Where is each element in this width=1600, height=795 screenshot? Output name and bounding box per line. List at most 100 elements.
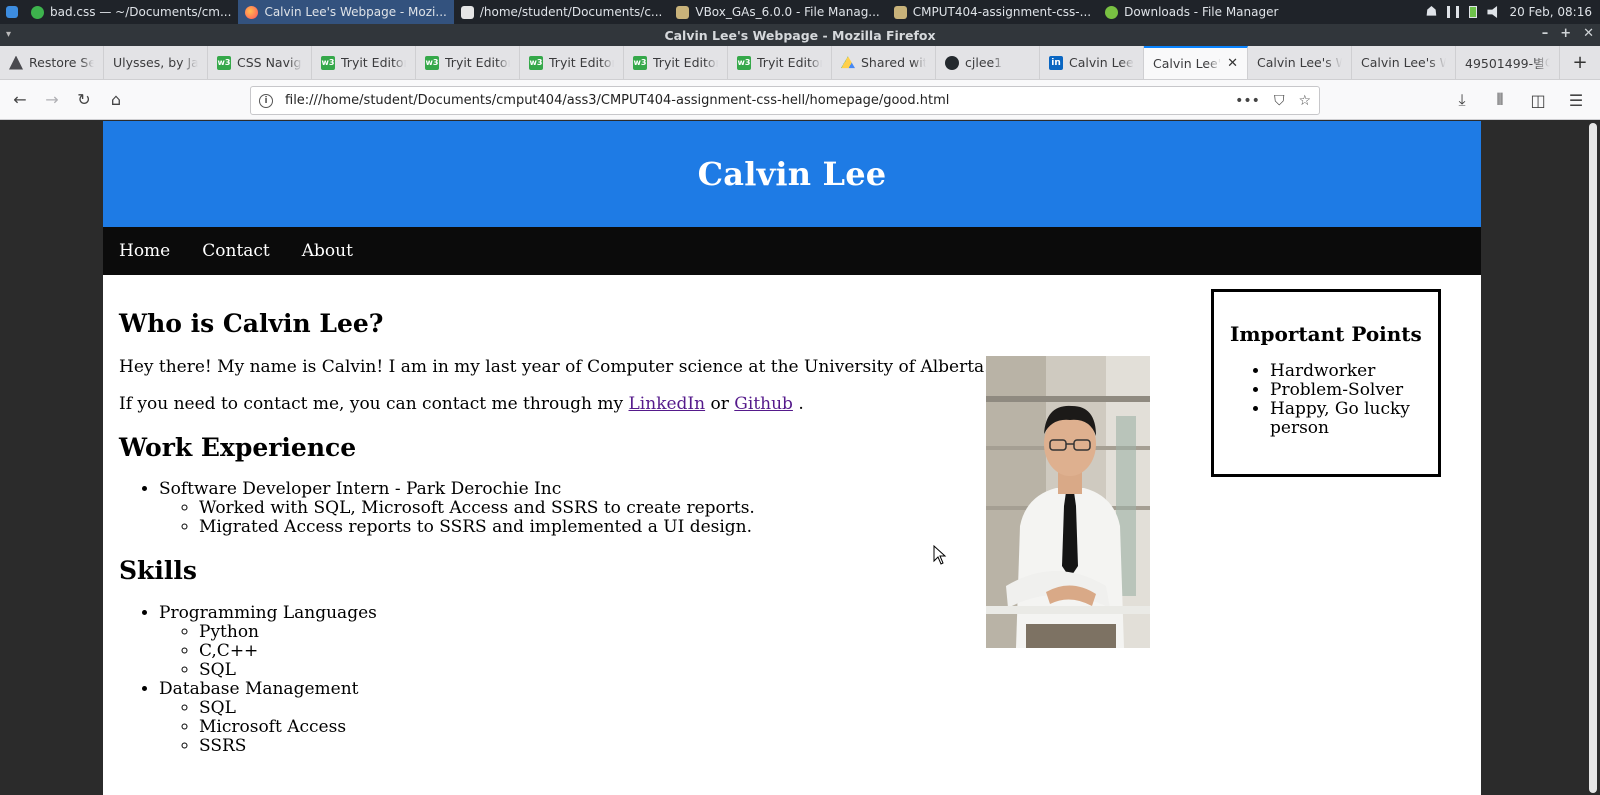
w3schools-icon: w3 (217, 55, 231, 70)
github-link[interactable]: Github (734, 394, 793, 414)
nav-link-about[interactable]: About (302, 241, 353, 261)
nav-link-home[interactable]: Home (119, 241, 170, 261)
taskbar-task-label: bad.css — ~/Documents/cm... (50, 5, 232, 19)
library-button[interactable]: ⫴ (1484, 84, 1516, 116)
scrollbar-thumb[interactable] (1589, 123, 1597, 793)
notification-bell-icon[interactable] (1426, 6, 1437, 16)
linkedin-link[interactable]: LinkedIn (629, 394, 706, 414)
close-window-icon[interactable]: ✕ (1583, 26, 1594, 41)
profile-photo (986, 356, 1150, 648)
window-menu-icon[interactable]: ▾ (6, 29, 11, 40)
important-points-box: Important Points Hardworker Problem-Solv… (1211, 289, 1441, 477)
skills-list: Programming Languages Python C,C++ SQL D… (119, 604, 377, 756)
tab-strip: Restore Se Ulysses, by Jan w3 CSS Naviga … (0, 46, 1600, 80)
w3schools-icon: w3 (529, 55, 543, 70)
tab-restore-session[interactable]: Restore Se (0, 46, 104, 79)
tab-label: Shared with (861, 55, 926, 70)
tab-label: cjlee1 (965, 55, 1003, 70)
mouse-cursor-icon (933, 545, 947, 565)
heading-work-experience: Work Experience (119, 433, 357, 462)
tab-tryit-editor[interactable]: w3 Tryit Editor (624, 46, 728, 79)
tab-tryit-editor[interactable]: w3 Tryit Editor (520, 46, 624, 79)
nav-link-contact[interactable]: Contact (202, 241, 270, 261)
tab-label: Calvin Lee's W (1257, 55, 1342, 70)
portrait-illustration (986, 356, 1150, 648)
reload-button[interactable]: ↻ (68, 84, 100, 116)
list-item: C,C++ (199, 642, 377, 661)
tab-label: Calvin Lee (1069, 55, 1134, 70)
site-info-icon[interactable]: i (259, 93, 273, 108)
heading-skills: Skills (119, 556, 197, 585)
w3schools-icon: w3 (425, 55, 439, 70)
taskbar-task-downloads[interactable]: Downloads - File Manager (1098, 0, 1285, 24)
window-titlebar[interactable]: ▾ Calvin Lee's Webpage - Mozilla Firefox… (0, 24, 1600, 46)
start-menu-icon (6, 6, 18, 18)
close-tab-icon[interactable]: ✕ (1227, 56, 1238, 71)
tab-label: CSS Naviga (237, 55, 302, 70)
tab-calvin-lee-webpage[interactable]: Calvin Lee's W (1352, 46, 1456, 79)
volume-icon[interactable] (1487, 6, 1498, 18)
pocket-icon[interactable]: ⛉ (1274, 93, 1285, 109)
url-bar[interactable]: i file:///home/student/Documents/cmput40… (250, 86, 1320, 115)
list-item: SQL (199, 699, 377, 718)
folder-icon (893, 5, 907, 19)
important-points-heading: Important Points (1230, 322, 1422, 346)
clock[interactable]: 20 Feb, 08:16 (1509, 5, 1592, 19)
google-drive-icon (841, 56, 855, 69)
hamburger-icon: ☰ (1568, 90, 1584, 110)
back-button[interactable]: ← (4, 84, 36, 116)
taskbar-task-firefox[interactable]: Calvin Lee's Webpage - Mozi... (238, 0, 454, 24)
network-icon[interactable] (1447, 6, 1460, 18)
download-arrow-icon: ⤓ (1458, 90, 1466, 109)
tab-label: Tryit Editor (445, 55, 510, 70)
window-title: Calvin Lee's Webpage - Mozilla Firefox (664, 27, 936, 43)
list-item: Database Management SQL Microsoft Access… (159, 680, 377, 756)
tab-linkedin[interactable]: in Calvin Lee (1040, 46, 1144, 79)
page-actions-icon[interactable]: ••• (1235, 93, 1260, 109)
forward-arrow-icon: → (45, 90, 59, 109)
taskbar-task-label: CMPUT404-assignment-css-... (912, 5, 1092, 19)
battery-icon[interactable] (1469, 6, 1478, 18)
tab-tryit-editor[interactable]: w3 Tryit Editor (312, 46, 416, 79)
tab-ulysses[interactable]: Ulysses, by Jan (104, 46, 208, 79)
list-item: Hardworker (1270, 362, 1422, 381)
bookmark-star-icon[interactable]: ☆ (1298, 93, 1311, 109)
tab-image[interactable]: 49501499-별이 (1456, 46, 1560, 79)
w3schools-icon: w3 (633, 55, 647, 70)
github-icon (945, 55, 959, 70)
new-tab-button[interactable]: + (1560, 46, 1600, 79)
home-button[interactable]: ⌂ (100, 84, 132, 116)
tab-shared-with-me[interactable]: Shared with (832, 46, 936, 79)
tab-tryit-editor[interactable]: w3 Tryit Editor (416, 46, 520, 79)
maximize-icon[interactable]: + (1560, 26, 1571, 41)
list-item: Python (199, 623, 377, 642)
taskbar-task-filemanager-vbox[interactable]: VBox_GAs_6.0.0 - File Manag... (669, 0, 886, 24)
minimize-icon[interactable]: – (1542, 26, 1549, 41)
tab-label: Tryit Editor (549, 55, 614, 70)
list-item: Migrated Access reports to SSRS and impl… (199, 518, 755, 537)
menu-button[interactable]: ☰ (1560, 84, 1592, 116)
tab-active-calvin-lee-webpage[interactable]: Calvin Lee's ✕ (1144, 46, 1248, 79)
downloads-button[interactable]: ⤓ (1446, 84, 1478, 116)
taskbar-task-label: /home/student/Documents/c... (479, 5, 663, 19)
url-text: file:///home/student/Documents/cmput404/… (285, 93, 950, 108)
tab-github-cjlee1[interactable]: cjlee1 (936, 46, 1040, 79)
taskbar-task-label: Downloads - File Manager (1124, 5, 1279, 19)
taskbar-task-editor[interactable]: /home/student/Documents/c... (454, 0, 670, 24)
tab-css-navigation[interactable]: w3 CSS Naviga (208, 46, 312, 79)
taskbar-task-label: Calvin Lee's Webpage - Mozi... (264, 5, 447, 19)
start-menu-button[interactable] (0, 0, 24, 24)
contact-text: or (710, 394, 729, 414)
browser-viewport: Calvin Lee Home Contact About Who is Cal… (0, 121, 1600, 795)
sidebar-button[interactable]: ◫ (1522, 84, 1554, 116)
tab-label: Tryit Editor (653, 55, 718, 70)
vertical-scrollbar[interactable] (1586, 121, 1600, 795)
forward-button[interactable]: → (36, 84, 68, 116)
taskbar-task-kate[interactable]: bad.css — ~/Documents/cm... (24, 0, 238, 24)
tab-tryit-editor[interactable]: w3 Tryit Editor (728, 46, 832, 79)
heading-who: Who is Calvin Lee? (119, 309, 384, 338)
list-item: SSRS (199, 737, 377, 756)
tab-calvin-lee-webpage[interactable]: Calvin Lee's W (1248, 46, 1352, 79)
download-icon (1105, 5, 1119, 19)
taskbar-task-filemanager-css[interactable]: CMPUT404-assignment-css-... (887, 0, 1098, 24)
